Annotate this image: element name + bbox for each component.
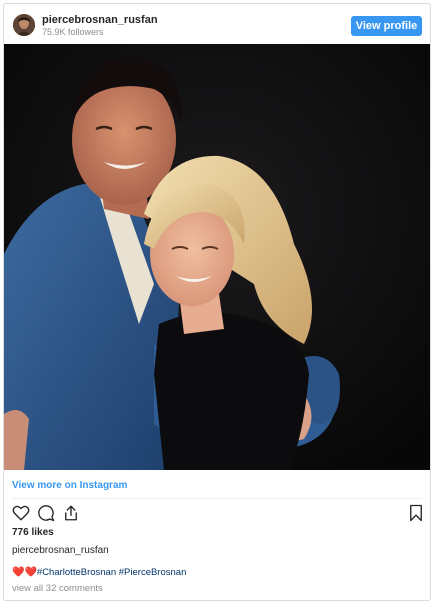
share-icon[interactable] [62, 504, 82, 524]
action-bar [10, 504, 424, 524]
like-count: 776 likes [12, 527, 54, 538]
follower-count: 75.9K followers [42, 27, 104, 37]
profile-avatar[interactable] [13, 14, 35, 36]
caption-text: ❤️❤️#CharlotteBrosnan #PierceBrosnan [12, 567, 186, 578]
heart-emoji: ❤️❤️ [12, 567, 37, 578]
caption-username[interactable]: piercebrosnan_rusfan [12, 545, 109, 556]
view-profile-button[interactable]: View profile [351, 16, 422, 36]
post-header: piercebrosnan_rusfan 75.9K followers Vie… [4, 4, 430, 44]
post-photo[interactable] [4, 44, 430, 470]
comment-icon[interactable] [37, 504, 57, 524]
view-more-on-instagram-link[interactable]: View more on Instagram [12, 480, 127, 491]
heart-icon[interactable] [12, 504, 32, 524]
view-all-comments-link[interactable]: view all 32 comments [12, 583, 103, 594]
instagram-embed-card: piercebrosnan_rusfan 75.9K followers Vie… [3, 3, 431, 601]
divider [12, 498, 422, 499]
caption-hashtags[interactable]: #CharlotteBrosnan #PierceBrosnan [37, 567, 186, 578]
profile-username[interactable]: piercebrosnan_rusfan [42, 14, 158, 26]
bookmark-icon[interactable] [408, 504, 428, 524]
